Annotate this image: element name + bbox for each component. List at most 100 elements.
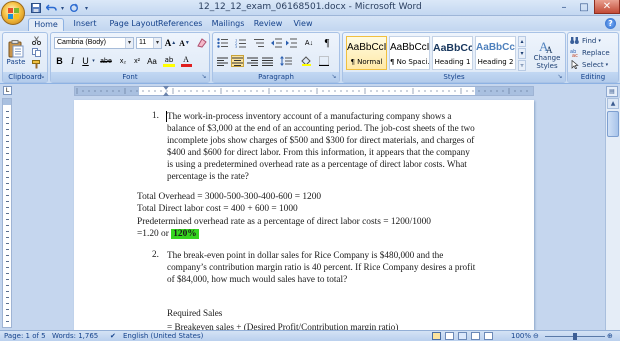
numbering-icon[interactable]: 123	[234, 37, 248, 49]
style-normal[interactable]: AaBbCcI ¶ Normal	[346, 36, 387, 70]
tab-mailings[interactable]: Mailings	[208, 18, 248, 31]
zoom-in-icon[interactable]: ⊕	[607, 332, 613, 341]
proofing-icon[interactable]: ✔	[110, 332, 116, 341]
zoom-level[interactable]: 100%	[511, 332, 531, 341]
superscript-button[interactable]: x²	[131, 55, 143, 67]
shading-icon[interactable]	[299, 55, 313, 67]
tab-insert[interactable]: Insert	[67, 18, 103, 31]
font-size-dropdown-icon[interactable]: ▾	[153, 38, 161, 48]
question-1-text[interactable]: The work-in-process inventory account of…	[167, 110, 517, 183]
paste-button[interactable]: Paste	[6, 35, 26, 71]
bold-button[interactable]: B	[54, 55, 65, 67]
vertical-ruler-tick	[6, 261, 9, 262]
maximize-button[interactable]: □	[574, 0, 594, 14]
required-sales-heading: Required Sales	[167, 308, 223, 318]
vertical-ruler-tick	[6, 153, 9, 154]
highlight-color-bar	[163, 63, 175, 67]
first-line-indent-marker[interactable]	[163, 86, 169, 90]
italic-button[interactable]: I	[67, 55, 78, 67]
change-case-button[interactable]: Aa	[145, 55, 159, 67]
q2-line: The break-even point in dollar sales for…	[167, 250, 444, 260]
grow-font-button[interactable]: A ▲	[165, 37, 176, 49]
increase-indent-icon[interactable]	[285, 37, 298, 49]
help-icon[interactable]: ?	[605, 18, 616, 29]
align-right-icon[interactable]	[246, 55, 259, 67]
answer-1-block[interactable]: Total Overhead = 3000-500-300-400-600 = …	[137, 191, 527, 240]
tab-review[interactable]: Review	[251, 18, 285, 31]
full-screen-view-icon[interactable]	[445, 332, 454, 340]
tab-page-layout[interactable]: Page Layout	[104, 18, 164, 31]
clear-formatting-icon[interactable]	[196, 37, 207, 49]
paragraph-launcher-icon[interactable]: ↘	[330, 73, 338, 81]
align-center-icon[interactable]	[231, 55, 244, 67]
font-size-combo[interactable]: 11 ▾	[136, 37, 162, 49]
draft-view-icon[interactable]	[484, 332, 493, 340]
replace-button[interactable]: ab ac Replace	[570, 47, 618, 58]
subscript-button[interactable]: x₂	[117, 55, 129, 67]
justify-icon[interactable]	[261, 55, 274, 67]
vertical-scrollbar[interactable]: ▲	[605, 98, 620, 330]
vertical-ruler-tick	[6, 117, 9, 118]
styles-more-icon[interactable]: ▿	[518, 60, 526, 71]
tab-view[interactable]: View	[289, 18, 317, 31]
font-family-combo[interactable]: Cambria (Body) ▾	[54, 37, 134, 49]
view-ruler-toggle[interactable]: ▤	[606, 86, 618, 97]
vertical-ruler-tick	[6, 201, 9, 202]
vertical-ruler[interactable]	[2, 98, 12, 328]
font-family-dropdown-icon[interactable]: ▾	[125, 38, 133, 48]
outline-view-icon[interactable]	[471, 332, 480, 340]
font-launcher-icon[interactable]: ↘	[200, 73, 208, 81]
style-heading-1[interactable]: AaBbCc Heading 1	[432, 36, 473, 70]
styles-scroll-up-icon[interactable]: ▴	[518, 36, 526, 47]
style-no-spacing-sample: AaBbCcI	[390, 42, 429, 53]
underline-dropdown-icon[interactable]: ▾	[91, 55, 96, 67]
language-indicator[interactable]: English (United States)	[123, 332, 203, 341]
text-highlight-button[interactable]: ab	[161, 55, 177, 67]
web-layout-view-icon[interactable]	[458, 332, 467, 340]
select-button[interactable]: Select ▾	[570, 59, 618, 70]
change-styles-button[interactable]: AA Change Styles	[529, 35, 565, 73]
horizontal-ruler[interactable]	[74, 86, 534, 96]
minimize-button[interactable]: –	[554, 0, 574, 14]
tab-references[interactable]: References	[158, 18, 202, 31]
decrease-indent-icon[interactable]	[270, 37, 283, 49]
font-color-button[interactable]: A	[179, 55, 193, 67]
office-button[interactable]	[1, 1, 25, 25]
zoom-out-icon[interactable]: ⊖	[533, 332, 539, 341]
find-dropdown-icon: ▾	[598, 37, 601, 44]
scrollbar-thumb[interactable]	[607, 111, 619, 137]
tab-selector[interactable]: L	[3, 86, 12, 95]
bullets-icon[interactable]	[216, 37, 230, 49]
underline-button[interactable]: U	[80, 55, 91, 67]
page-count[interactable]: Page: 1 of 5	[4, 332, 46, 341]
hanging-indent-marker[interactable]	[163, 92, 169, 96]
print-layout-view-icon[interactable]	[432, 332, 441, 340]
borders-icon[interactable]	[317, 55, 331, 67]
strikethrough-button[interactable]: abe	[98, 55, 114, 67]
zoom-slider-thumb[interactable]	[573, 333, 577, 340]
style-heading-2[interactable]: AaBbCc Heading 2	[475, 36, 516, 70]
multilevel-list-icon[interactable]	[252, 37, 266, 49]
document-page[interactable]: 1. The work-in-process inventory account…	[74, 100, 534, 330]
format-painter-icon[interactable]	[30, 59, 42, 69]
shrink-font-button[interactable]: A ▼	[179, 37, 190, 49]
tab-home[interactable]: Home	[28, 18, 64, 31]
clipboard-launcher-icon[interactable]: ↘	[38, 73, 46, 81]
styles-scroll-down-icon[interactable]: ▾	[518, 48, 526, 59]
vertical-ruler-tick	[6, 171, 9, 172]
scroll-up-arrow-icon[interactable]: ▲	[607, 98, 619, 109]
find-button[interactable]: Find ▾	[570, 35, 618, 46]
show-marks-button[interactable]: ¶	[321, 37, 333, 49]
word-count[interactable]: Words: 1,765	[52, 332, 98, 341]
styles-launcher-icon[interactable]: ↘	[556, 73, 564, 81]
line-spacing-icon[interactable]	[279, 55, 293, 67]
question-2-text[interactable]: The break-even point in dollar sales for…	[167, 249, 517, 285]
close-button[interactable]: ✕	[594, 0, 620, 14]
style-heading-1-label: Heading 1	[434, 58, 471, 66]
sort-button[interactable]: A↓	[301, 37, 317, 49]
cut-icon[interactable]	[30, 35, 42, 45]
style-no-spacing[interactable]: AaBbCcI ¶ No Spaci...	[389, 36, 430, 70]
editing-group: Find ▾ ab ac Replace Select ▾ Editing	[567, 32, 619, 83]
align-left-icon[interactable]	[216, 55, 229, 67]
copy-icon[interactable]	[30, 47, 42, 57]
